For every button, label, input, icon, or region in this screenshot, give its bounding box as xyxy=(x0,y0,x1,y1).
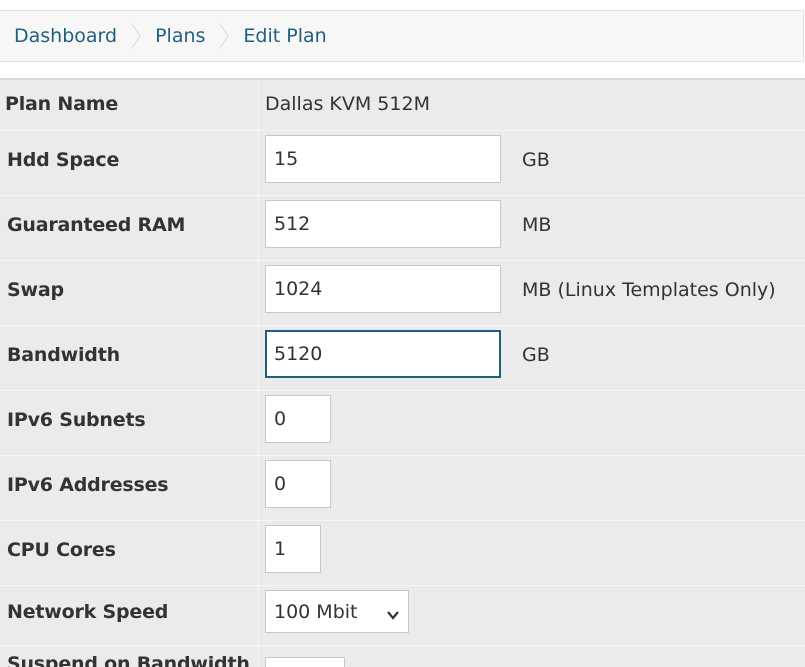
chevron-right-icon xyxy=(131,23,141,49)
guaranteed-ram-label: Guaranteed RAM xyxy=(7,214,186,236)
row-network-speed: Network Speed 100 Mbit xyxy=(0,585,805,646)
chevron-down-icon xyxy=(386,605,400,620)
network-speed-select[interactable]: 100 Mbit xyxy=(265,590,409,633)
row-plan-name: Plan Name Dallas KVM 512M xyxy=(0,80,805,131)
hdd-space-label: Hdd Space xyxy=(7,149,120,171)
network-speed-selected-value: 100 Mbit xyxy=(274,600,358,623)
row-bandwidth: Bandwidth GB xyxy=(0,325,805,391)
swap-unit: MB (Linux Templates Only) xyxy=(522,279,776,301)
network-speed-label: Network Speed xyxy=(7,601,169,623)
suspend-on-bandwidth-label: Suspend on Bandwidth xyxy=(7,653,250,667)
ipv6-addresses-label: IPv6 Addresses xyxy=(7,474,169,496)
suspend-on-bandwidth-select[interactable] xyxy=(265,657,345,667)
row-ipv6-addresses: IPv6 Addresses xyxy=(0,455,805,521)
row-suspend-on-bandwidth: Suspend on Bandwidth xyxy=(0,645,805,667)
breadcrumb-edit-plan[interactable]: Edit Plan xyxy=(229,25,340,47)
row-ipv6-subnets: IPv6 Subnets xyxy=(0,390,805,456)
breadcrumb-dashboard[interactable]: Dashboard xyxy=(0,25,131,47)
plan-name-value: Dallas KVM 512M xyxy=(265,93,430,115)
guaranteed-ram-unit: MB xyxy=(522,214,552,236)
guaranteed-ram-input[interactable] xyxy=(265,200,501,248)
swap-input[interactable] xyxy=(265,265,501,313)
edit-plan-page: Dashboard Plans Edit Plan Plan Name Dall… xyxy=(0,0,805,667)
hdd-space-input[interactable] xyxy=(265,135,501,183)
chevron-right-icon xyxy=(219,23,230,49)
bandwidth-unit: GB xyxy=(522,344,550,366)
breadcrumb-plans[interactable]: Plans xyxy=(141,25,219,47)
row-swap: Swap MB (Linux Templates Only) xyxy=(0,260,805,326)
bandwidth-input[interactable] xyxy=(265,330,501,378)
breadcrumb: Dashboard Plans Edit Plan xyxy=(0,10,804,62)
plan-name-label: Plan Name xyxy=(5,93,119,115)
cpu-cores-label: CPU Cores xyxy=(7,539,116,561)
row-cpu-cores: CPU Cores xyxy=(0,520,805,586)
bandwidth-label: Bandwidth xyxy=(7,344,120,366)
ipv6-subnets-label: IPv6 Subnets xyxy=(7,409,146,431)
row-guaranteed-ram: Guaranteed RAM MB xyxy=(0,195,805,261)
edit-plan-form: Plan Name Dallas KVM 512M Hdd Space GB G… xyxy=(0,78,805,667)
row-hdd-space: Hdd Space GB xyxy=(0,130,805,196)
cpu-cores-input[interactable] xyxy=(265,525,321,573)
swap-label: Swap xyxy=(7,279,64,301)
ipv6-addresses-input[interactable] xyxy=(265,460,331,508)
ipv6-subnets-input[interactable] xyxy=(265,395,331,443)
hdd-space-unit: GB xyxy=(522,149,550,171)
